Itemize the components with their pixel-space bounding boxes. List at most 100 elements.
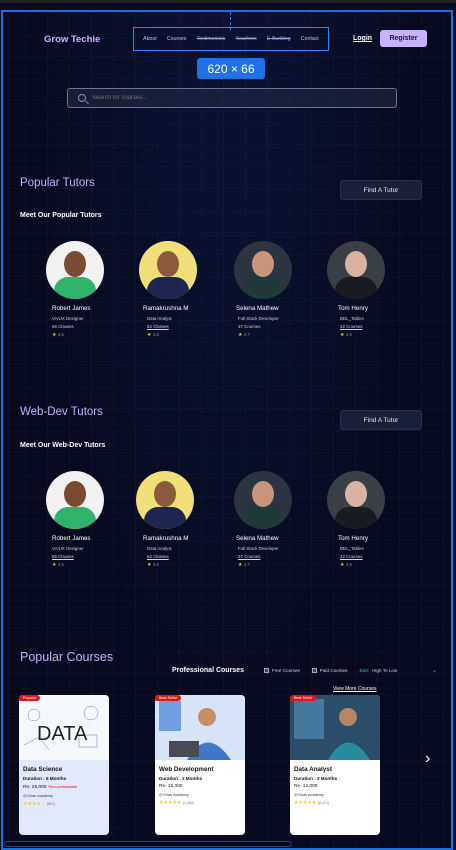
find-tutor-button[interactable]: Find A Tutor: [340, 180, 422, 200]
brand-logo[interactable]: Grow Techie: [44, 34, 100, 45]
chevron-right-icon[interactable]: ›: [425, 750, 430, 768]
star-icon: ★: [340, 332, 345, 338]
star-icon: ★: [52, 562, 57, 568]
tutor-role: BDL_Tables: [340, 546, 364, 551]
tutor-role: BDL_Tables: [340, 316, 364, 321]
search-input[interactable]: [92, 95, 372, 101]
course-image: Best Seller: [290, 695, 380, 760]
course-academy: ◎ Khan Academy: [159, 793, 189, 797]
tutor-classes[interactable]: 42 Courses: [340, 324, 407, 329]
tutor-name: Selena Mathew: [236, 535, 279, 542]
paid-courses-filter[interactable]: Paid Courses: [311, 667, 347, 673]
nav-teachers[interactable]: Teachers: [236, 36, 257, 42]
tutor-classes[interactable]: 42 Courses: [340, 554, 407, 559]
tutor-role: Full Stack Developer: [238, 546, 279, 551]
horizontal-scrollbar[interactable]: [4, 841, 292, 847]
star-icon: ★: [147, 562, 152, 568]
course-card[interactable]: Best Seller Data Analyst Duration : 3 Mo…: [290, 695, 380, 835]
tutor-card[interactable]: Robert James VA/UX Designer 56 Classes ★…: [46, 471, 126, 568]
course-price: Rs- 12,000: [294, 784, 318, 789]
tutor-classes[interactable]: 62 Classes: [147, 324, 219, 329]
find-tutor-button[interactable]: Find A Tutor: [340, 410, 422, 430]
course-tag: Best Seller: [290, 695, 317, 701]
tutor-name: Ramakrushna M: [143, 535, 189, 542]
course-tag: Popular: [19, 695, 41, 701]
course-image: DATA Popular: [19, 695, 109, 760]
nav-contact[interactable]: Contact: [301, 36, 319, 42]
course-filter-bar: Professional Courses Free Courses Paid C…: [172, 664, 437, 676]
course-tag: Best Seller: [155, 695, 182, 701]
tutor-role: Data Analyst: [147, 316, 172, 321]
tutor-classes[interactable]: 56 Classes: [52, 554, 126, 559]
nav-courses[interactable]: Courses: [167, 36, 186, 42]
avatar: [139, 241, 197, 299]
tutor-card[interactable]: Selena Mathew Full Stack Developer 37 Co…: [234, 471, 314, 568]
course-name: Data Analyst: [294, 766, 332, 773]
tutor-classes[interactable]: 62 Classes: [147, 554, 216, 559]
star-icon: ★: [238, 332, 243, 338]
tutor-name: Robert James: [52, 535, 91, 542]
nav-testimonials[interactable]: Testimonials: [197, 36, 226, 42]
svg-text:DATA: DATA: [37, 723, 88, 745]
tutor-rating: ★ 4.8: [147, 332, 159, 338]
tutor-card[interactable]: Tom Henry BDL_Tables 42 Courses ★ 4.9: [327, 241, 407, 338]
free-courses-filter[interactable]: Free Courses: [263, 667, 300, 673]
course-duration: Duration : 3 Months: [294, 776, 338, 781]
tutor-classes[interactable]: 37 Courses: [238, 324, 314, 329]
star-icon: ★: [52, 332, 57, 338]
search-bar[interactable]: [67, 88, 397, 108]
webdev-tutors-subtitle: Meet Our Web-Dev Tutors: [20, 442, 106, 449]
chevron-down-icon[interactable]: ⌄: [432, 667, 437, 674]
tutor-card[interactable]: Selena Mathew Full Stack Developer 37 Co…: [234, 241, 314, 338]
tutor-card[interactable]: Robert James VA/UX Designer 56 Classes ★…: [46, 241, 126, 338]
course-rating: ★★★★★ (5,471): [294, 800, 330, 806]
star-icon: ★: [340, 562, 345, 568]
avatar: [234, 241, 292, 299]
tutor-rating: ★ 4.9: [340, 332, 352, 338]
tutor-role: VA/UX Designer: [52, 316, 84, 321]
tutor-card[interactable]: Ramakrushna M Data Analyst 62 Classes ★ …: [139, 241, 219, 338]
tutor-role: Full Stack Developer: [238, 316, 279, 321]
checkbox[interactable]: [263, 667, 269, 673]
tutor-card[interactable]: Ramakrushna M Data Analyst 62 Classes ★ …: [136, 471, 216, 568]
tutor-rating: ★ 4.7: [238, 562, 250, 568]
avatar: [46, 471, 104, 529]
nav-about[interactable]: About: [143, 36, 157, 42]
tutor-name: Selena Mathew: [236, 305, 279, 312]
tutor-rating: ★ 4.8: [147, 562, 159, 568]
sort-select[interactable]: Sort: High To Low: [359, 668, 397, 673]
course-name: Web Development: [159, 766, 214, 773]
star-icon: ★: [147, 332, 152, 338]
popular-tutors-subtitle: Meet Our Popular Tutors: [20, 212, 102, 219]
tutor-classes[interactable]: 37 Courses: [238, 554, 314, 559]
course-card[interactable]: Best Seller Web Development Duration : 3…: [155, 695, 245, 835]
course-rating: ★★★★☆ (891): [23, 801, 56, 807]
tutor-role: Data Analyst: [147, 546, 172, 551]
course-duration: Duration : 6 Months: [23, 776, 67, 781]
course-card[interactable]: DATA Popular Data Science Duration : 6 M…: [19, 695, 109, 835]
star-icon: ★: [238, 562, 243, 568]
tutor-rating: ★ 4.7: [238, 332, 250, 338]
tutor-rating: ★ 4.9: [340, 562, 352, 568]
filter-title: Professional Courses: [172, 666, 244, 674]
checkbox[interactable]: [311, 667, 317, 673]
course-name: Data Science: [23, 766, 63, 773]
tutor-role: VA/UX Designer: [52, 546, 84, 551]
popular-courses-title: Popular Courses: [20, 650, 114, 664]
avatar: [327, 241, 385, 299]
course-academy: ◎ Khan Academy: [294, 793, 324, 797]
view-more-courses-link[interactable]: View More Courses: [333, 686, 377, 692]
register-button[interactable]: Register: [380, 30, 427, 47]
course-price: Rs- 25,000 *Non-refundable: [23, 784, 77, 790]
tutor-classes[interactable]: 56 Classes: [52, 324, 126, 329]
tutor-card[interactable]: Tom Henry BDL_Tables 42 Courses ★ 4.9: [327, 471, 407, 568]
window-top-edge: [0, 0, 456, 3]
search-icon: [78, 94, 86, 102]
popular-tutors-title: Popular Tutors: [20, 177, 95, 189]
nav-e-building[interactable]: E-Building: [267, 36, 291, 42]
login-link[interactable]: Login: [353, 35, 372, 42]
main-nav: About Courses Testimonials Teachers E-Bu…: [133, 27, 329, 51]
course-duration: Duration : 3 Months: [159, 776, 203, 781]
avatar: [327, 471, 385, 529]
dimension-badge: 620 × 66: [197, 58, 265, 79]
